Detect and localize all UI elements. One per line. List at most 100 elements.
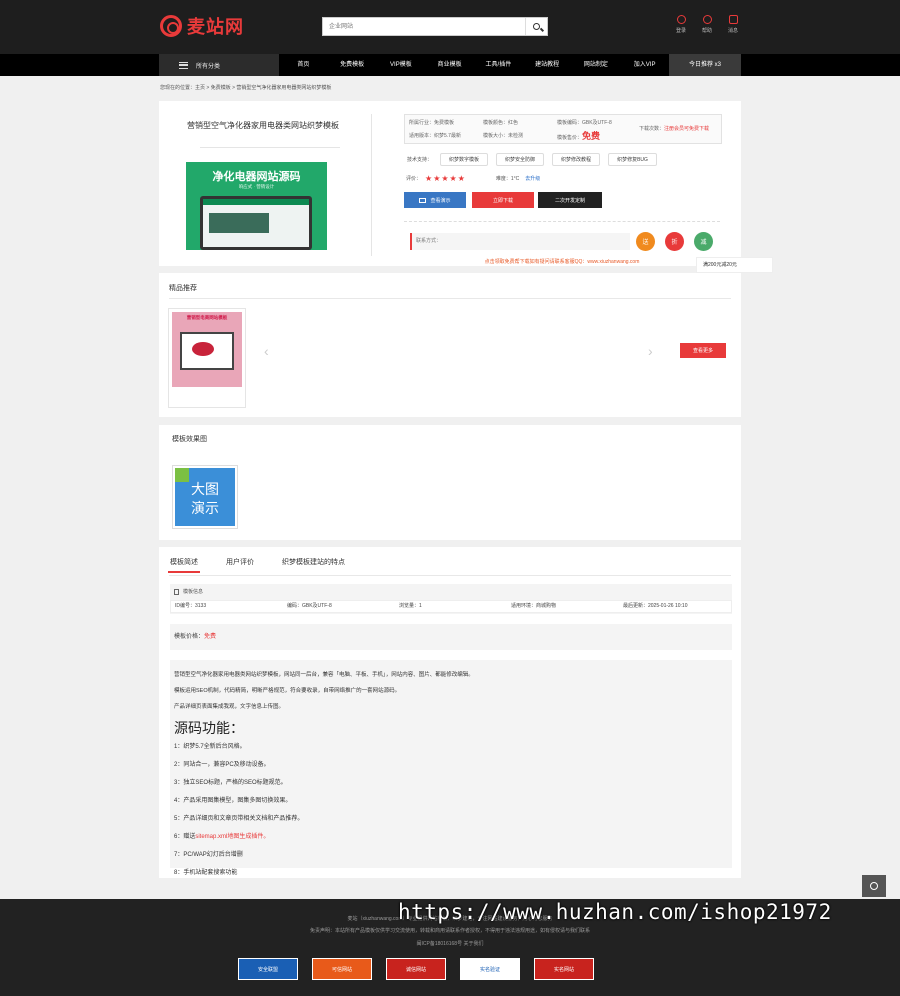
tabs-divider: [169, 575, 731, 576]
logo-text: 麦站网: [187, 17, 244, 37]
attr-views: 浏览量：1: [399, 603, 422, 609]
all-categories-button[interactable]: 所有分类: [159, 54, 279, 76]
discount-tooltip: 满200元减20元: [696, 257, 773, 273]
template-price-value: 免费: [204, 634, 217, 640]
product-image[interactable]: 净化电器网站源码 响应式 · 营销设计: [186, 162, 327, 250]
download-value[interactable]: 注册会员可免费下载: [664, 126, 709, 132]
tab-reviews[interactable]: 用户评价: [226, 557, 254, 567]
info-price: 模板售价：免费: [557, 129, 600, 142]
tab-features[interactable]: 织梦模板建站的特点: [282, 557, 345, 567]
description-paragraph: 模板运用SEO机制，代码精简，明晰严格规范，符合要收录，自带网络推广的一套网站源…: [174, 688, 401, 694]
description-paragraph: 营销型空气净化器家用电器类网站织梦模板，网站同一后台，兼容「电脑、平板、手机」，…: [174, 672, 474, 678]
preview-card: [159, 425, 741, 540]
attr-environment: 适用环境：商城购物: [511, 603, 557, 609]
badge-integrity[interactable]: 诚信网站: [386, 958, 446, 980]
nav-item-custom-site[interactable]: 网站制定: [572, 54, 621, 76]
feature-6-text: 6：赠送: [174, 834, 196, 840]
recommend-thumb[interactable]: 营销型电商网站模板: [168, 308, 246, 408]
tag-item[interactable]: 织梦修复BUG: [608, 153, 657, 166]
price-value: 免费: [582, 131, 601, 141]
site-logo[interactable]: 麦站网: [160, 14, 244, 38]
login-label: 登录: [675, 28, 686, 34]
info-version: 适用版本：织梦5.7最新: [409, 133, 461, 139]
trust-badges: 安全联盟 可信网站 诚信网站 实名验证 实名网站: [238, 958, 594, 980]
product-info-box: 所属行业：免费模板 适用版本：织梦5.7最新 模板颜色：红色 模板大小：未检测 …: [404, 114, 722, 144]
tab-overview[interactable]: 模板简述: [168, 557, 200, 573]
gift-circle[interactable]: 送: [636, 232, 655, 251]
monitor-illustration: [200, 196, 312, 250]
next-arrow-icon[interactable]: ›: [648, 343, 653, 359]
big-image-text-2: 演示: [191, 500, 219, 516]
product-title: 营销型空气净化器家用电器类网站织梦模板: [187, 121, 339, 130]
template-price-box: 模板价格：免费: [170, 624, 732, 650]
description-box: 营销型空气净化器家用电器类网站织梦模板，网站同一后台，兼容「电脑、平板、手机」，…: [170, 660, 732, 876]
nav-item-tutorials[interactable]: 建站教程: [523, 54, 572, 76]
feature-item: 5：产品详细页和文章页带相关文档和产品推荐。: [174, 816, 304, 822]
tags-label: 技术支持：: [407, 157, 433, 163]
big-image-demo[interactable]: 大图 演示: [172, 465, 238, 529]
all-categories-label: 所有分类: [196, 63, 221, 70]
attr-id: ID编号：3133: [175, 603, 207, 609]
preview-button[interactable]: 查看演示: [404, 192, 466, 208]
sitemap-link[interactable]: sitemap.xml地图生成插件。: [195, 834, 269, 840]
vertical-divider: [371, 114, 372, 256]
info-encoding: 模板编码：GBK及UTF-8: [557, 120, 612, 126]
nav-item-business-templates[interactable]: 商业模板: [425, 54, 474, 76]
attr-encoding: 编码：GBK及UTF-8: [287, 603, 332, 609]
login-link[interactable]: 登录: [674, 15, 688, 34]
download-notice: 点击领取免费帮下载如有疑问请联系客服QQ：www.xiuzhanwang.com: [484, 259, 640, 265]
download-label: 下载次数：: [639, 126, 665, 132]
tag-item[interactable]: 织梦数字模板: [440, 153, 489, 166]
detail-tabs: 模板简述 用户评价 织梦模板建站的特点: [168, 557, 345, 573]
product-image-subtitle: 响应式 · 营销设计: [238, 184, 275, 189]
badge-trusted[interactable]: 可信网站: [312, 958, 372, 980]
attributes-row: ID编号：3133 编码：GBK及UTF-8 浏览量：1 适用环境：商城购物 最…: [170, 600, 732, 613]
recommend-divider: [169, 298, 731, 299]
preview-title: 模板效果图: [172, 436, 207, 443]
search-input[interactable]: [323, 18, 525, 35]
recommend-card: [159, 273, 741, 417]
message-link[interactable]: 消息: [726, 15, 740, 34]
prev-arrow-icon[interactable]: ‹: [264, 343, 269, 359]
custom-dev-button[interactable]: 二次开发定制: [538, 192, 602, 208]
features-title: 源码功能：: [174, 720, 244, 736]
footer-icp[interactable]: 闽ICP备18016168号 关于我们: [0, 940, 900, 947]
search-button[interactable]: [525, 18, 547, 35]
feature-item: 8：手机站配套搜索功能: [174, 870, 238, 876]
bell-icon: [870, 882, 878, 890]
tag-item[interactable]: 织梦修改教程: [552, 153, 601, 166]
footer-line-2: 免责声明：本站所有产品模板仅供学习交流使用，转载和商用请联系作者授权，不得用于违…: [309, 928, 590, 934]
rating-label: 评价：: [406, 176, 422, 182]
reduce-circle[interactable]: 减: [694, 232, 713, 251]
logo-gear-icon: [160, 15, 182, 37]
download-button[interactable]: 立即下载: [472, 192, 534, 208]
big-image-text-1: 大图: [191, 481, 219, 497]
nav-item-join-vip[interactable]: 加入VIP: [620, 54, 669, 76]
badge-verified[interactable]: 实名验证: [460, 958, 520, 980]
corner-badge: [175, 468, 189, 482]
info-color: 模板颜色：红色: [483, 120, 519, 126]
preview-label: 查看演示: [430, 197, 451, 204]
breadcrumb[interactable]: 您现在的位置：主页 > 免费模板 > 营销型空气净化器家用电器类网站织梦模板: [160, 84, 331, 91]
today-recommend-button[interactable]: 今日推荐 x3: [669, 54, 741, 76]
nav-item-tools[interactable]: 工具/插件: [474, 54, 523, 76]
badge-security[interactable]: 安全联盟: [238, 958, 298, 980]
badge-realname[interactable]: 实名网站: [534, 958, 594, 980]
nav-item-home[interactable]: 首页: [279, 54, 328, 76]
feature-item: 7：PC/WAP幻灯后台增删: [174, 852, 243, 858]
nav-item-free-templates[interactable]: 免费模板: [328, 54, 377, 76]
nav-item-vip-templates[interactable]: VIP模板: [377, 54, 426, 76]
help-icon: [702, 15, 712, 24]
price-label: 模板售价：: [557, 135, 583, 141]
help-link[interactable]: 帮助: [700, 15, 714, 34]
info-industry: 所属行业：免费模板: [409, 120, 455, 126]
search-bar: [322, 17, 548, 36]
discount-circle[interactable]: 折: [665, 232, 684, 251]
message-icon: [728, 15, 738, 24]
recommend-thumb-image: 营销型电商网站模板: [172, 312, 242, 387]
contact-bar: 联系方式：: [410, 233, 630, 250]
side-notify-button[interactable]: [862, 875, 886, 897]
tag-item[interactable]: 织梦安全防御: [496, 153, 545, 166]
upgrade-link[interactable]: 去升级: [525, 175, 540, 182]
view-more-button[interactable]: 查看更多: [680, 343, 726, 358]
